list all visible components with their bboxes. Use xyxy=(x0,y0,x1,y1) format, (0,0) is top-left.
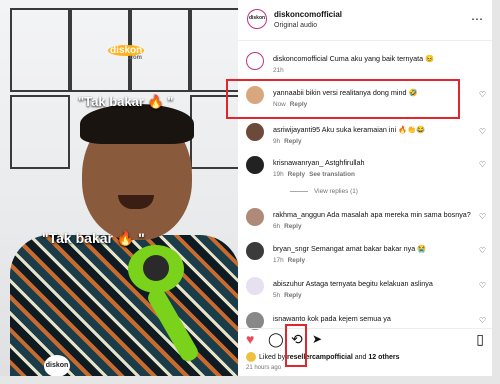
comment-user[interactable]: isnawanto xyxy=(273,314,305,323)
video-caption-mid: "Tak bakar 🔥 " xyxy=(42,230,145,246)
comment-user[interactable]: abiszuhur xyxy=(273,279,304,288)
highlight-comment-box xyxy=(226,79,460,119)
like-comment-icon[interactable]: ♡ xyxy=(479,160,486,169)
audio-label[interactable]: Original audio xyxy=(274,22,317,29)
likes-summary: Liked by resellercampofficial and 12 oth… xyxy=(246,352,400,362)
caption-body: Cuma aku yang baik ternyata 😣 xyxy=(329,54,435,63)
comment-text: isnawanto kok pada kejem semua ya xyxy=(273,314,473,323)
like-icon[interactable]: ♥ xyxy=(246,331,254,347)
comment-user[interactable]: krisnawanryan_ xyxy=(273,158,323,167)
highlight-repost-box xyxy=(285,324,307,367)
comment-text: rakhma_anggun Ada masalah apa mereka min… xyxy=(273,210,473,219)
like-comment-icon[interactable]: ♡ xyxy=(479,316,486,325)
see-translation-link[interactable]: See translation xyxy=(309,171,355,178)
comment-body: Aku suka keramaian ini 🔥👏😂 xyxy=(321,125,425,134)
reply-link[interactable]: Reply xyxy=(284,223,301,230)
comment-body: kok pada kejem semua ya xyxy=(307,314,391,323)
comment-body: Semangat amat bakar bakar nya 😭 xyxy=(310,244,427,253)
comment-meta: 19h Reply See translation xyxy=(273,171,355,178)
like-comment-icon[interactable]: ♡ xyxy=(479,246,486,255)
comment-time: 6h xyxy=(273,223,281,230)
comment-meta: 6h Reply xyxy=(273,223,302,230)
comment-icon[interactable]: ◯ xyxy=(268,331,284,348)
comment-time: 19h xyxy=(273,171,284,178)
comment-body: Astaga ternyata begitu kelakuan aslinya xyxy=(305,279,433,288)
comment-text: abiszuhur Astaga ternyata begitu kelakua… xyxy=(273,279,473,288)
comment-user[interactable]: asriwijayanti95 xyxy=(273,125,320,134)
comment-avatar[interactable] xyxy=(246,156,264,174)
comment-avatar[interactable] xyxy=(246,277,264,295)
caption-time: 21h xyxy=(273,67,284,74)
reply-link[interactable]: Reply xyxy=(288,171,305,178)
fan-core xyxy=(143,255,169,281)
post-time-ago: 21 hours ago xyxy=(246,365,282,371)
like-comment-icon[interactable]: ♡ xyxy=(479,127,486,136)
caption-text: diskoncomofficial Cuma aku yang baik ter… xyxy=(273,54,473,63)
comment-text: bryan_sngr Semangat amat bakar bakar nya… xyxy=(273,244,473,253)
caption-avatar[interactable] xyxy=(246,52,264,70)
comment-meta: 17h Reply xyxy=(273,257,305,264)
comment-user[interactable]: bryan_sngr xyxy=(273,244,309,253)
comment-avatar[interactable] xyxy=(246,208,264,226)
reply-link[interactable]: Reply xyxy=(284,292,301,299)
person-shirt xyxy=(10,235,238,376)
like-comment-icon[interactable]: ♡ xyxy=(479,212,486,221)
comment-time: 17h xyxy=(273,257,284,264)
post-header: diskon diskoncomofficial Original audio … xyxy=(238,0,492,41)
view-replies-link[interactable]: View replies (1) xyxy=(290,188,358,195)
person-hair xyxy=(80,104,194,144)
save-icon[interactable]: ▯ xyxy=(476,331,484,348)
comment-avatar[interactable] xyxy=(246,242,264,260)
comment-meta: 5h Reply xyxy=(273,292,302,299)
account-avatar[interactable]: diskon xyxy=(247,9,267,29)
reply-link[interactable]: Reply xyxy=(284,138,301,145)
comment-text: krisnawanryan_ Astghfirullah xyxy=(273,158,473,167)
video-brand-sub: .com xyxy=(128,55,143,61)
likes-joiner: and xyxy=(354,353,367,361)
comment-time: 9h xyxy=(273,138,281,145)
window-pane xyxy=(10,8,70,92)
window-pane xyxy=(10,95,70,169)
video-brand-logo: diskon xyxy=(108,45,145,56)
comment-user[interactable]: rakhma_anggun xyxy=(273,210,325,219)
likes-prefix: Liked by xyxy=(259,353,286,361)
action-bar: ♥ ◯ ⟲ ➤ ▯ xyxy=(238,328,492,349)
video-caption-top: "Tak bakar 🔥 " xyxy=(78,94,174,109)
reply-link[interactable]: Reply xyxy=(288,257,305,264)
comment-time: 5h xyxy=(273,292,281,299)
liker-avatar xyxy=(246,352,256,362)
comment-meta: 9h Reply xyxy=(273,138,302,145)
comment-body: Astghfirullah xyxy=(324,158,365,167)
likes-others[interactable]: 12 others xyxy=(368,354,399,361)
video-player[interactable]: diskon .com "Tak bakar 🔥 " "Tak bakar 🔥 … xyxy=(0,0,238,376)
video-bottom-logo: diskon xyxy=(44,355,70,376)
comments-panel: diskon diskoncomofficial Original audio … xyxy=(238,0,492,376)
share-icon[interactable]: ➤ xyxy=(312,332,322,346)
like-comment-icon[interactable]: ♡ xyxy=(479,90,486,99)
account-username[interactable]: diskoncomofficial xyxy=(274,10,342,19)
like-comment-icon[interactable]: ♡ xyxy=(479,281,486,290)
post-dialog: diskon .com "Tak bakar 🔥 " "Tak bakar 🔥 … xyxy=(0,0,492,376)
more-options-icon[interactable]: ⋯ xyxy=(471,12,484,26)
comment-text: asriwijayanti95 Aku suka keramaian ini 🔥… xyxy=(273,125,473,134)
comment-body: Ada masalah apa mereka min sama bosnya? xyxy=(326,210,471,219)
caption-user[interactable]: diskoncomofficial xyxy=(273,54,328,63)
comment-avatar[interactable] xyxy=(246,123,264,141)
